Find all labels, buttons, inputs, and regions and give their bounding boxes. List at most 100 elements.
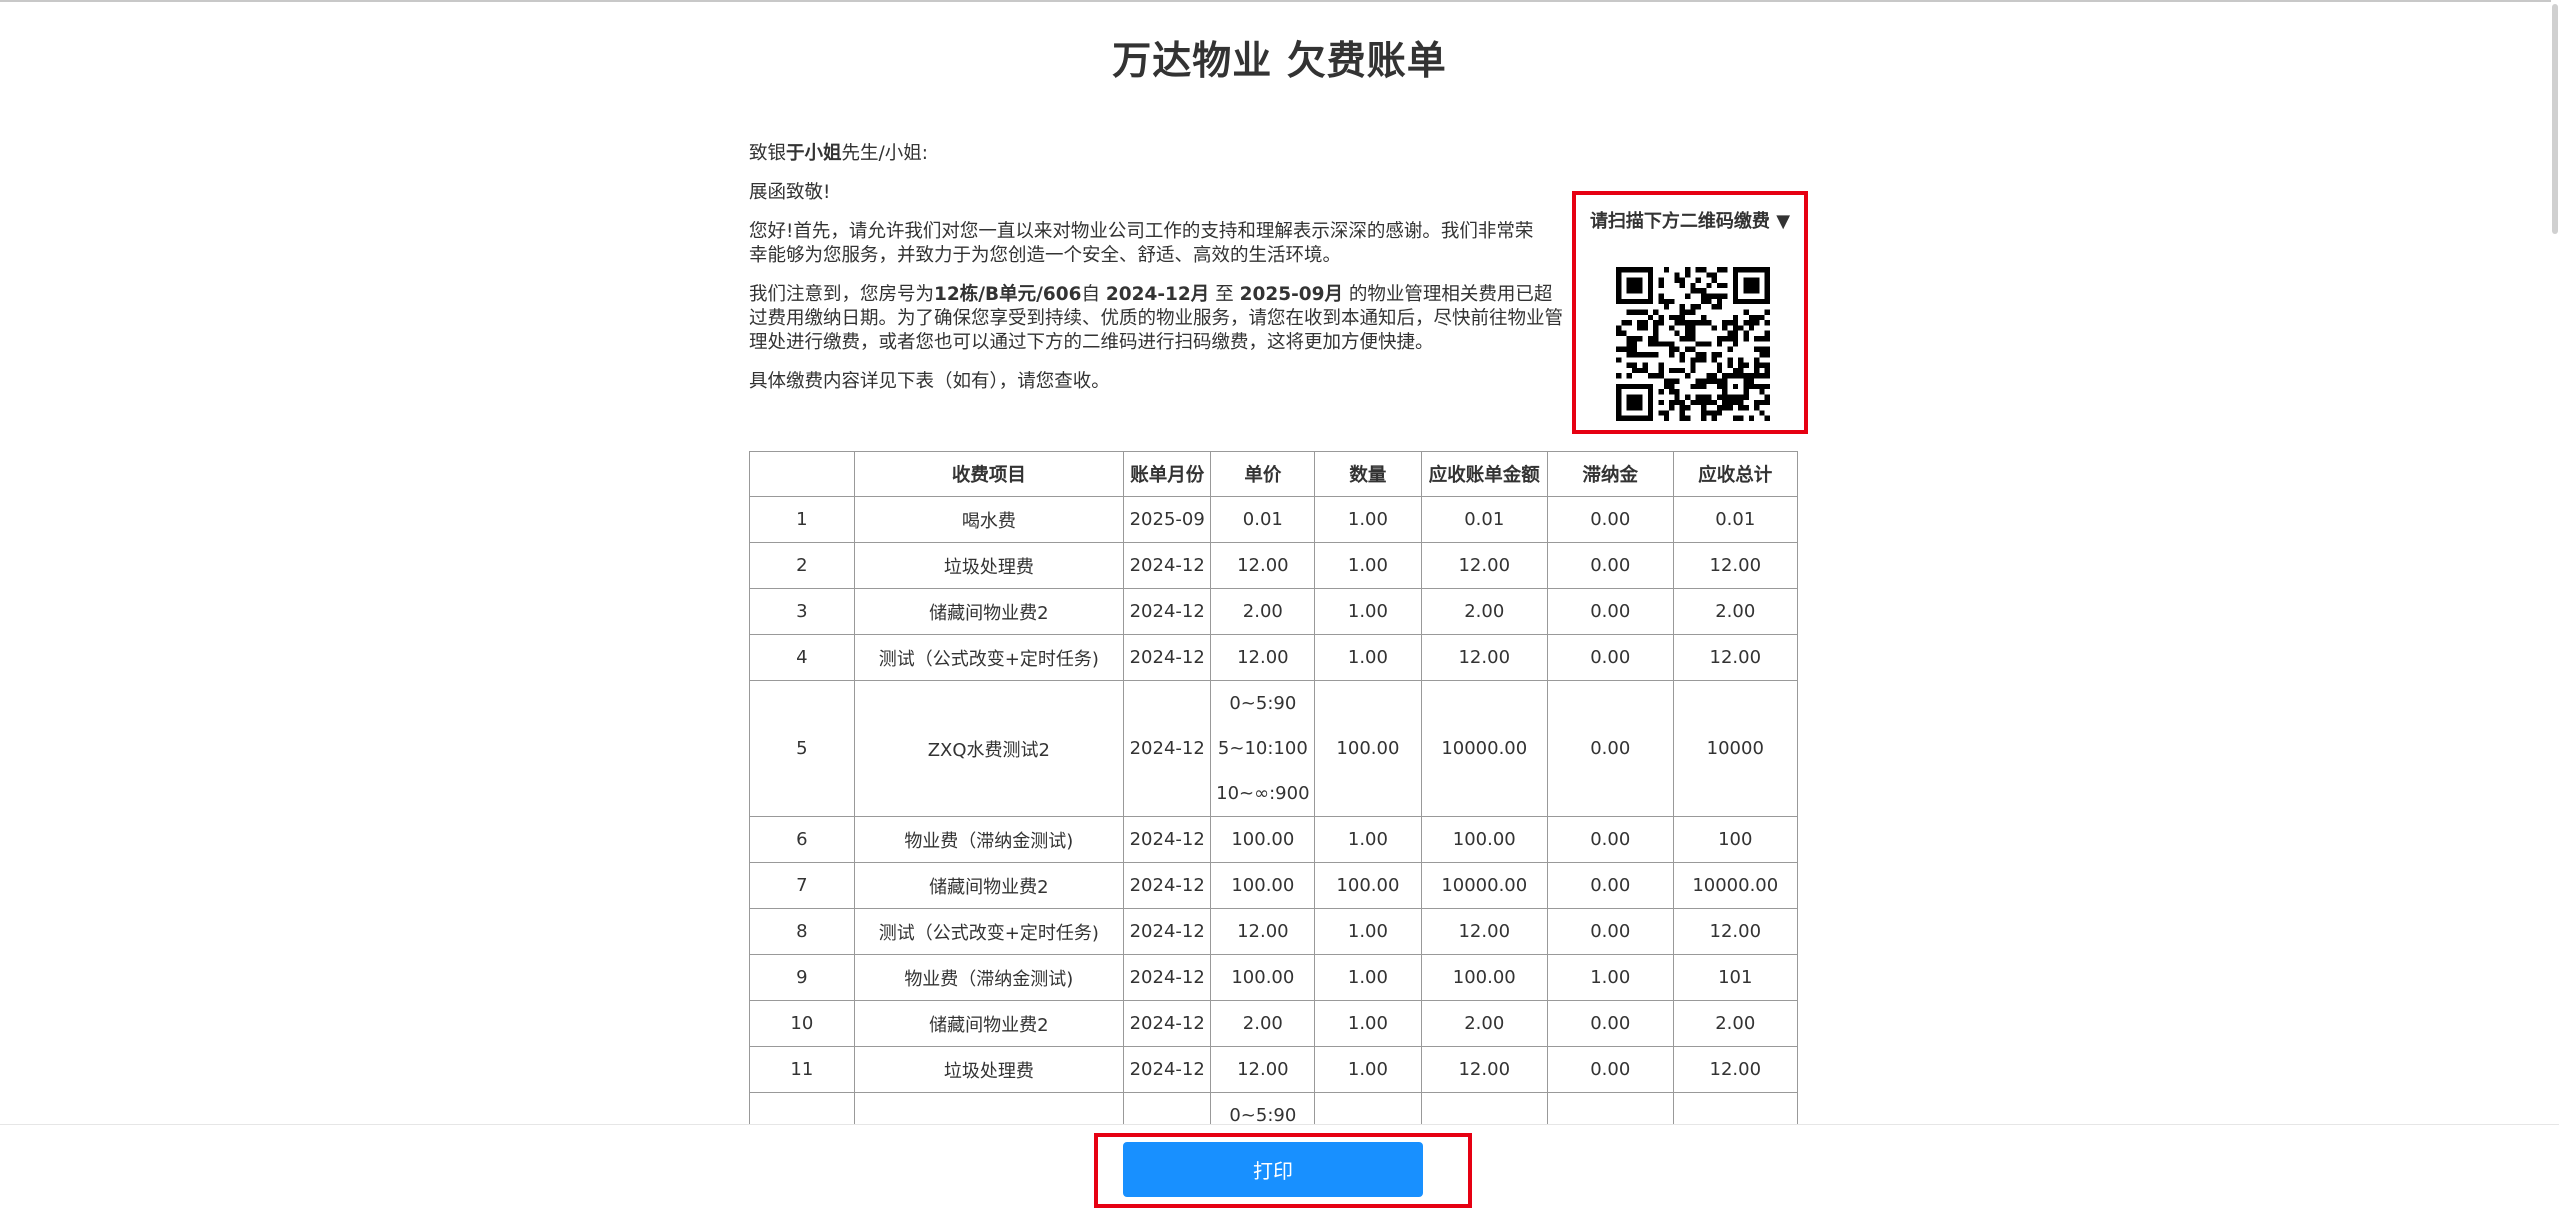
- print-button[interactable]: 打印: [1123, 1142, 1423, 1197]
- table-row: 7 储藏间物业费2 2024-12 100.00 100.00 10000.00 0.00 1…: [749, 862, 1799, 909]
- greeting-prefix: 致银: [749, 143, 787, 164]
- bill-month: 2024-12: [1122, 816, 1212, 863]
- price-tier: 2.00: [1242, 1013, 1283, 1034]
- total-due: 12.00: [1672, 542, 1799, 589]
- bill-month: 2024-12: [1122, 542, 1212, 589]
- unit-price: 12.00: [1210, 1046, 1316, 1093]
- notice-text-c: 至: [1209, 284, 1240, 305]
- late-fee: 1.00: [1546, 954, 1674, 1001]
- table-header-cell: 收费项目: [853, 451, 1124, 497]
- total-due: 12.00: [1672, 634, 1799, 681]
- table-row: 6 物业费（滞纳金测试) 2024-12 100.00 1.00 100.00 0.00 10…: [749, 816, 1799, 863]
- quantity: 1.00: [1314, 816, 1422, 863]
- late-fee: 0.00: [1546, 1046, 1674, 1093]
- row-number: 10: [749, 1000, 855, 1047]
- fee-item: 储藏间物业费2: [853, 1000, 1124, 1047]
- fee-item: 测试（公式改变+定时任务): [853, 634, 1124, 681]
- bill-month: 2024-12: [1122, 954, 1212, 1001]
- table-header-cell: 应收账单金额: [1420, 451, 1548, 497]
- quantity: 1.00: [1314, 634, 1422, 681]
- row-number: 1: [749, 496, 855, 543]
- row-number: 5: [749, 680, 855, 817]
- fee-item: 储藏间物业费2: [853, 588, 1124, 635]
- quantity: 1.00: [1314, 496, 1422, 543]
- late-fee: 0.00: [1546, 908, 1674, 955]
- total-due: 12.00: [1672, 1046, 1799, 1093]
- unit-price: 12.00: [1210, 542, 1316, 589]
- fee-item: 垃圾处理费: [853, 1046, 1124, 1093]
- unit-price: 12.00: [1210, 634, 1316, 681]
- late-fee: 0.00: [1546, 496, 1674, 543]
- fee-item: 物业费（滞纳金测试): [853, 816, 1124, 863]
- unit-price: 0~5:90 5~10:100 10~∞:900: [1210, 680, 1316, 817]
- table-row: 5 ZXQ水费测试2 2024-12 0~5:90 5~10:100 10~∞:900 10…: [749, 680, 1799, 817]
- row-number: 7: [749, 862, 855, 909]
- table-row: 9 物业费（滞纳金测试) 2024-12 100.00 1.00 100.00 1.00 10…: [749, 954, 1799, 1001]
- table-row: 2 垃圾处理费 2024-12 12.00 1.00 12.00 0.00 12.00: [749, 542, 1799, 589]
- greeting-name: 于小姐: [786, 143, 842, 164]
- unit-price: 0.01: [1210, 496, 1316, 543]
- salutation: 展函致敬!: [749, 182, 831, 203]
- notice-letter: 致银于小姐先生/小姐: 展函致敬! 您好!首先，请允许我们对您一直以来对物业公司…: [749, 142, 1564, 409]
- room-number: 12栋/B单元/606: [934, 284, 1082, 305]
- row-number: 4: [749, 634, 855, 681]
- table-body: 1 喝水费 2025-09 0.01 1.00 0.01 0.00 0.01 2 垃圾处理费 202…: [749, 496, 1799, 1139]
- top-border: [0, 0, 2559, 2]
- table-row: 1 喝水费 2025-09 0.01 1.00 0.01 0.00 0.01: [749, 496, 1799, 543]
- bill-month: 2024-12: [1122, 1046, 1212, 1093]
- scrollbar[interactable]: [2551, 0, 2559, 1124]
- period-to: 2025-09月: [1239, 284, 1343, 305]
- table-row: 8 测试（公式改变+定时任务) 2024-12 12.00 1.00 12.00 0.00 1…: [749, 908, 1799, 955]
- table-row: 10 储藏间物业费2 2024-12 2.00 1.00 2.00 0.00 2.00: [749, 1000, 1799, 1047]
- fee-item: 储藏间物业费2: [853, 862, 1124, 909]
- receivable-amount: 2.00: [1420, 1000, 1548, 1047]
- total-due: 0.01: [1672, 496, 1799, 543]
- notice-text-a: 我们注意到，您房号为: [749, 284, 935, 305]
- price-tier: 12.00: [1237, 1059, 1289, 1080]
- price-tier: 2.00: [1242, 601, 1283, 622]
- unit-price: 2.00: [1210, 588, 1316, 635]
- period-from: 2024-12月: [1105, 284, 1210, 305]
- row-number: 3: [749, 588, 855, 635]
- quantity: 100.00: [1314, 862, 1422, 909]
- fee-item: 垃圾处理费: [853, 542, 1124, 589]
- total-due: 101: [1672, 954, 1799, 1001]
- price-tier: 12.00: [1237, 555, 1289, 576]
- fee-item: 喝水费: [853, 496, 1124, 543]
- receivable-amount: 10000.00: [1420, 680, 1548, 817]
- table-header-cell: 数量: [1314, 451, 1422, 497]
- table-header-cell: 单价: [1210, 451, 1316, 497]
- price-tier: 12.00: [1237, 647, 1289, 668]
- total-due: 2.00: [1672, 1000, 1799, 1047]
- total-due: 10000: [1672, 680, 1799, 817]
- bill-month: 2024-12: [1122, 862, 1212, 909]
- late-fee: 0.00: [1546, 634, 1674, 681]
- unit-price: 100.00: [1210, 816, 1316, 863]
- total-due: 100: [1672, 816, 1799, 863]
- receivable-amount: 100.00: [1420, 816, 1548, 863]
- price-tier: 0.01: [1242, 509, 1283, 530]
- late-fee: 0.00: [1546, 542, 1674, 589]
- quantity: 1.00: [1314, 542, 1422, 589]
- bill-month: 2024-12: [1122, 680, 1212, 817]
- page-title: 万达物业 欠费账单: [1112, 39, 1447, 84]
- price-tier: 12.00: [1237, 921, 1289, 942]
- table-header-cell: 账单月份: [1122, 451, 1212, 497]
- fee-item: 测试（公式改变+定时任务): [853, 908, 1124, 955]
- receivable-amount: 2.00: [1420, 588, 1548, 635]
- quantity: 1.00: [1314, 954, 1422, 1001]
- price-tier: 5~10:100: [1217, 738, 1308, 759]
- price-tier: 100.00: [1231, 875, 1295, 896]
- table-header-row: 收费项目 账单月份 单价 数量 应收账单金额 滞纳金 应收总计: [749, 451, 1799, 497]
- receivable-amount: 12.00: [1420, 1046, 1548, 1093]
- table-row: 3 储藏间物业费2 2024-12 2.00 1.00 2.00 0.00 2.00: [749, 588, 1799, 635]
- total-due: 10000.00: [1672, 862, 1799, 909]
- table-row: 4 测试（公式改变+定时任务) 2024-12 12.00 1.00 12.00 0.00 1…: [749, 634, 1799, 681]
- unit-price: 100.00: [1210, 862, 1316, 909]
- fee-item: ZXQ水费测试2: [853, 680, 1124, 817]
- table-header-cell: 应收总计: [1672, 451, 1799, 497]
- bill-month: 2024-12: [1122, 588, 1212, 635]
- bill-month: 2024-12: [1122, 1000, 1212, 1047]
- receivable-amount: 12.00: [1420, 542, 1548, 589]
- quantity: 100.00: [1314, 680, 1422, 817]
